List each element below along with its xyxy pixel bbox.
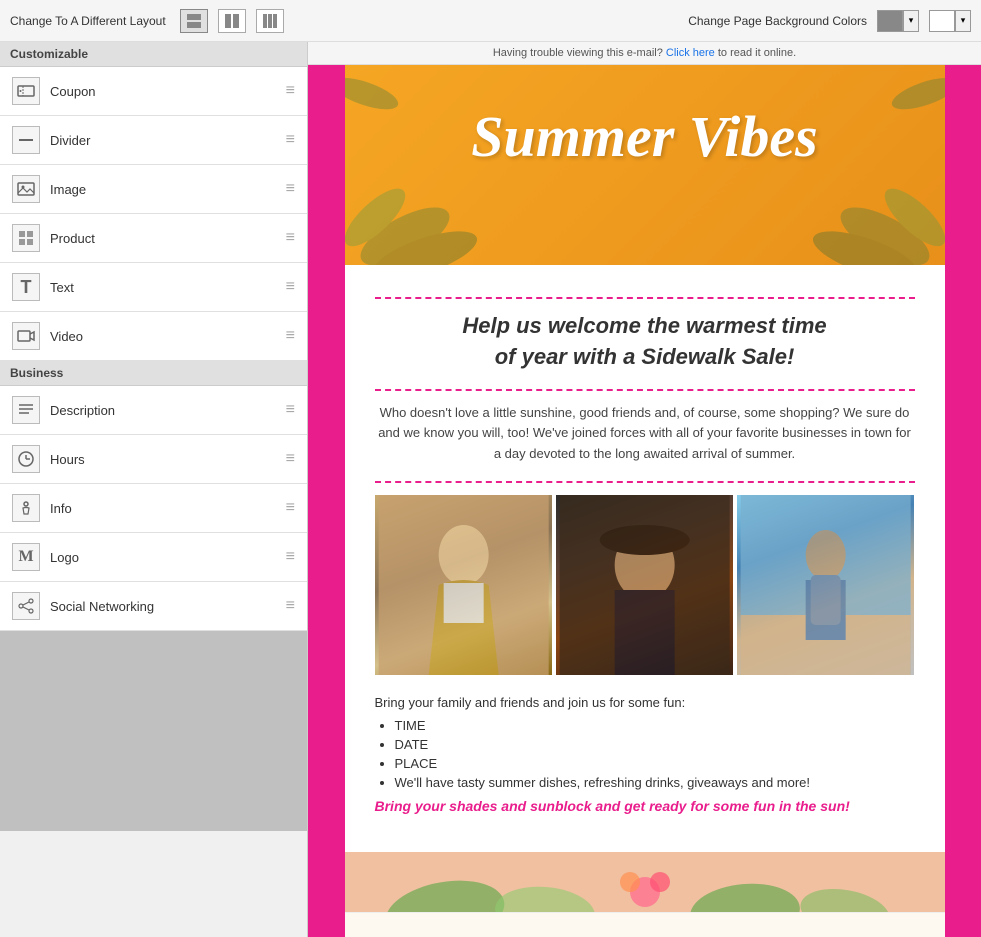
sidebar-item-info[interactable]: Info ≡ [0, 484, 307, 533]
product-image-3 [737, 495, 914, 675]
list-item-place: PLACE [395, 756, 915, 771]
divider-icon [12, 126, 40, 154]
bg-color-swatch-dark[interactable] [877, 10, 903, 32]
email-tagline: Help us welcome the warmest time of year… [375, 311, 915, 373]
text-drag-handle[interactable]: ≡ [286, 278, 295, 296]
top-divider [375, 297, 915, 299]
email-body: Summer Vibes Help us welcome the warmest… [345, 65, 945, 937]
closing-pink-text: Bring your shades and sunblock and get r… [375, 798, 915, 814]
coupon-drag-handle[interactable]: ≡ [286, 82, 295, 100]
middle-divider [375, 389, 915, 391]
layout-button-3[interactable] [256, 9, 284, 33]
video-drag-handle[interactable]: ≡ [286, 327, 295, 345]
image-icon [12, 175, 40, 203]
email-preview-area: Having trouble viewing this e-mail? Clic… [308, 42, 981, 937]
product-image-1 [375, 495, 552, 675]
sidebar-item-product[interactable]: Product ≡ [0, 214, 307, 263]
coupon-icon [12, 77, 40, 105]
image-grid [375, 495, 915, 675]
toolbar: Change To A Different Layout Change Page… [0, 0, 981, 42]
text-label: Text [50, 280, 286, 295]
product-drag-handle[interactable]: ≡ [286, 229, 295, 247]
customizable-section-header: Customizable [0, 42, 307, 67]
video-label: Video [50, 329, 286, 344]
bg-colors-label: Change Page Background Colors [688, 14, 867, 28]
bottom-divider [375, 481, 915, 483]
email-header-banner: Summer Vibes [345, 65, 945, 265]
email-body-paragraph: Who doesn't love a little sunshine, good… [375, 403, 915, 465]
info-drag-handle[interactable]: ≡ [286, 499, 295, 517]
sidebar-item-hours[interactable]: Hours ≡ [0, 435, 307, 484]
logo-label: Logo [50, 550, 286, 565]
notice-text: Having trouble viewing this e-mail? [493, 47, 663, 59]
product-label: Product [50, 231, 286, 246]
list-item-extras: We'll have tasty summer dishes, refreshi… [395, 775, 915, 790]
email-main-content: Help us welcome the warmest time of year… [345, 265, 945, 852]
main-container: Customizable Coupon ≡ Divider ≡ Image ≡ [0, 42, 981, 937]
list-item-time: TIME [395, 718, 915, 733]
social-networking-drag-handle[interactable]: ≡ [286, 597, 295, 615]
product-icon [12, 224, 40, 252]
business-section-header: Business [0, 361, 307, 386]
logo-drag-handle[interactable]: ≡ [286, 548, 295, 566]
sidebar: Customizable Coupon ≡ Divider ≡ Image ≡ [0, 42, 308, 937]
description-icon [12, 396, 40, 424]
hours-drag-handle[interactable]: ≡ [286, 450, 295, 468]
sidebar-item-divider[interactable]: Divider ≡ [0, 116, 307, 165]
info-label: Info [50, 501, 286, 516]
email-invite-section: Bring your family and friends and join u… [375, 685, 915, 832]
sidebar-item-social-networking[interactable]: Social Networking ≡ [0, 582, 307, 631]
image-drag-handle[interactable]: ≡ [286, 180, 295, 198]
invite-list: TIME DATE PLACE We'll have tasty summer … [375, 718, 915, 790]
social-networking-icon [12, 592, 40, 620]
logo-icon: M [12, 543, 40, 571]
divider-drag-handle[interactable]: ≡ [286, 131, 295, 149]
sidebar-item-image[interactable]: Image ≡ [0, 165, 307, 214]
sidebar-item-description[interactable]: Description ≡ [0, 386, 307, 435]
bg-color-dropdown-dark[interactable]: ▾ [903, 10, 919, 32]
layout-change-label: Change To A Different Layout [10, 14, 166, 28]
list-item-date: DATE [395, 737, 915, 752]
invite-text: Bring your family and friends and join u… [375, 695, 915, 710]
product-image-2 [556, 495, 733, 675]
description-drag-handle[interactable]: ≡ [286, 401, 295, 419]
image-label: Image [50, 182, 286, 197]
sidebar-item-video[interactable]: Video ≡ [0, 312, 307, 361]
email-header-title: Summer Vibes [355, 105, 935, 169]
footer-banner [345, 852, 945, 912]
video-icon [12, 322, 40, 350]
store-card: ⚜ MODERN FINERY ⚜ Modern Finery 100 Sout… [345, 912, 945, 937]
email-notice-bar: Having trouble viewing this e-mail? Clic… [308, 42, 981, 65]
bg-color-swatch-white[interactable] [929, 10, 955, 32]
social-networking-label: Social Networking [50, 599, 286, 614]
description-label: Description [50, 403, 286, 418]
sidebar-item-coupon[interactable]: Coupon ≡ [0, 67, 307, 116]
bg-color-dropdown-white[interactable]: ▾ [955, 10, 971, 32]
sidebar-item-logo[interactable]: M Logo ≡ [0, 533, 307, 582]
notice-suffix: to read it online. [718, 47, 796, 59]
notice-link[interactable]: Click here [666, 47, 715, 59]
layout-button-1[interactable] [180, 9, 208, 33]
hours-label: Hours [50, 452, 286, 467]
coupon-label: Coupon [50, 84, 286, 99]
info-icon [12, 494, 40, 522]
hours-icon [12, 445, 40, 473]
layout-button-2[interactable] [218, 9, 246, 33]
text-icon: T [12, 273, 40, 301]
sidebar-item-text[interactable]: T Text ≡ [0, 263, 307, 312]
divider-label: Divider [50, 133, 286, 148]
